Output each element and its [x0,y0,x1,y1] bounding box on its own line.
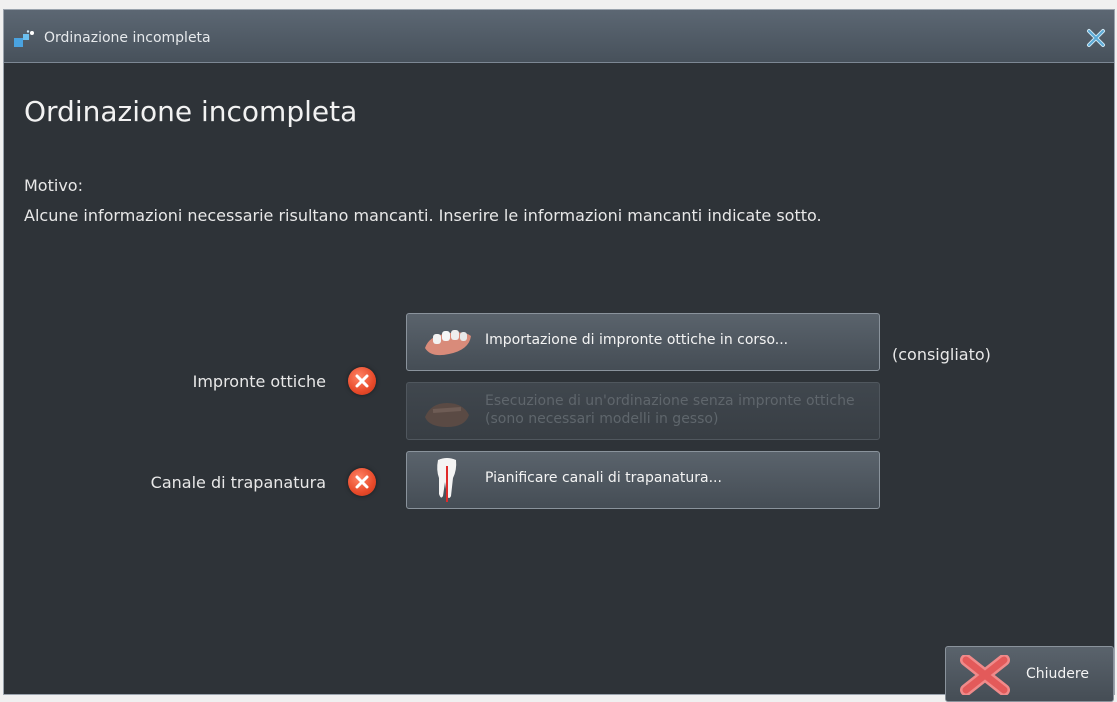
puzzle-arrow-icon [14,30,34,47]
order-without-impressions-label: Esecuzione di un'ordinazione senza impro… [485,393,855,427]
plaster-model-icon [425,403,469,427]
dialog-window: Ordinazione incompleta Ordinazione incom… [3,9,1115,702]
optical-impression-icon [425,330,471,356]
x-icon[interactable] [1086,28,1106,48]
close-button[interactable]: Chiudere [945,646,1114,702]
reason-text: Alcune informazioni necessarie risultano… [24,206,822,225]
close-button-label: Chiudere [1026,666,1089,682]
error-status-icon [348,468,376,496]
import-optical-impressions-button[interactable]: Importazione di impronte ottiche in cors… [406,313,880,371]
order-without-impressions-button[interactable]: Esecuzione di un'ordinazione senza impro… [406,382,880,440]
reason-label: Motivo: [24,176,83,195]
plan-drill-channels-button[interactable]: Pianificare canali di trapanatura... [406,451,880,509]
tooth-drill-icon [437,458,457,502]
red-x-icon [960,655,1010,695]
error-status-icon [348,367,376,395]
import-optical-impressions-label: Importazione di impronte ottiche in cors… [485,332,789,348]
page-title: Ordinazione incompleta [24,95,358,128]
row-label-canale: Canale di trapanatura [150,473,326,492]
row-label-impronte: Impronte ottiche [192,372,326,391]
window-title: Ordinazione incompleta [44,30,211,46]
plan-drill-channels-label: Pianificare canali di trapanatura... [485,470,722,486]
title-bar: Ordinazione incompleta [4,10,1114,63]
recommended-note: (consigliato) [892,345,991,364]
